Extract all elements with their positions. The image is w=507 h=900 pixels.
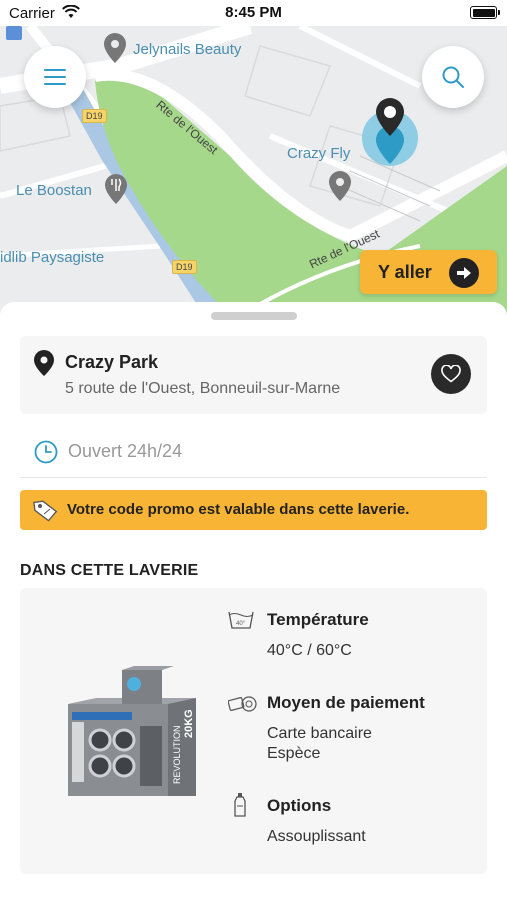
arrow-right-icon	[449, 258, 479, 288]
temperature-icon: 40°	[228, 611, 254, 629]
menu-icon	[44, 69, 66, 85]
address-card: Crazy Park 5 route de l'Ouest, Bonneuil-…	[20, 336, 487, 414]
detail-sheet: Crazy Park 5 route de l'Ouest, Bonneuil-…	[0, 302, 507, 900]
softener-bottle-icon	[234, 793, 246, 817]
map-poi-label[interactable]: idlib Paysagiste	[0, 249, 104, 266]
location-pin-icon	[34, 350, 54, 376]
place-name: Crazy Park	[65, 352, 159, 372]
heart-icon	[441, 365, 461, 383]
search-icon	[442, 66, 464, 88]
machine-brand-text: REVOLUTION	[172, 725, 182, 784]
section-title: DANS CETTE LAVERIE	[20, 562, 199, 579]
search-button[interactable]	[422, 46, 484, 108]
status-bar: Carrier 8:45 PM	[0, 0, 507, 26]
menu-button[interactable]	[24, 46, 86, 108]
feature-value: Carte bancaire	[267, 725, 372, 742]
payment-icon	[228, 696, 257, 712]
directions-button[interactable]: Y aller	[360, 250, 497, 294]
laundry-features-card: REVOLUTION 20KG 40° Température 40°C / 6…	[20, 588, 487, 874]
battery-icon	[470, 6, 500, 19]
favorite-button[interactable]	[431, 354, 471, 394]
map-poi-label[interactable]: Jelynails Beauty	[133, 41, 241, 58]
feature-title: Options	[267, 796, 332, 815]
machine-size-text: 20KG	[183, 709, 195, 738]
feature-value: Assouplissant	[267, 828, 366, 845]
map-poi-label[interactable]: Crazy Fly	[287, 145, 350, 162]
sheet-drag-handle[interactable]	[211, 312, 297, 320]
feature-value: 40°C / 60°C	[267, 642, 352, 659]
promo-text: Votre code promo est valable dans cette …	[67, 501, 410, 518]
laundry-machine-image: REVOLUTION 20KG	[68, 666, 196, 796]
place-address: 5 route de l'Ouest, Bonneuil-sur-Marne	[65, 380, 341, 397]
road-number-badge: D19	[172, 260, 197, 274]
road-number-badge: D19	[82, 109, 107, 123]
feature-value: Espèce	[267, 745, 321, 762]
opening-hours-row: Ouvert 24h/24	[20, 424, 487, 478]
promo-tag-icon	[33, 500, 58, 522]
opening-hours-text: Ouvert 24h/24	[68, 441, 183, 461]
feature-title: Température	[267, 610, 369, 629]
promo-banner: Votre code promo est valable dans cette …	[20, 490, 487, 530]
clock-icon	[34, 440, 58, 464]
map-poi-label[interactable]: Le Boostan	[16, 182, 92, 199]
feature-title: Moyen de paiement	[267, 693, 425, 712]
directions-label: Y aller	[378, 261, 432, 282]
clock-time: 8:45 PM	[225, 4, 282, 21]
svg-text:40°: 40°	[236, 621, 246, 627]
